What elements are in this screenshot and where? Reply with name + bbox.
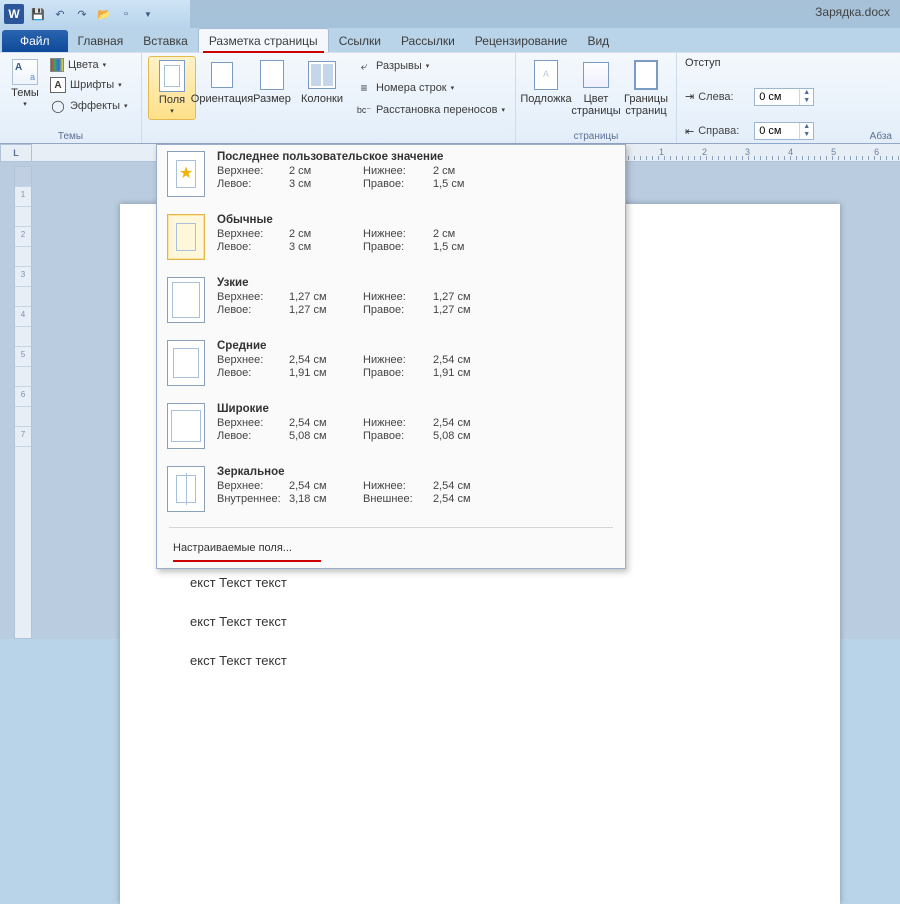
hyphenation-icon: bс⁻ <box>356 102 372 118</box>
columns-icon <box>306 59 338 91</box>
margin-preset-thumb <box>167 151 205 197</box>
size-icon <box>256 59 288 91</box>
paragraph-group-label: Абза <box>870 131 892 142</box>
group-page-bg-label: страницы <box>522 129 670 142</box>
theme-colors-button[interactable]: Цвета ▾ <box>46 56 132 74</box>
themes-icon: Aa <box>12 59 38 85</box>
orientation-icon <box>206 59 238 91</box>
group-themes-label: Темы <box>6 129 135 142</box>
watermark-icon: A <box>530 59 562 91</box>
theme-effects-button[interactable]: ◯Эффекты ▾ <box>46 96 132 116</box>
margins-dropdown: Последнее пользовательское значениеВерхн… <box>156 144 626 569</box>
line-numbers-button[interactable]: ≡Номера строк ▾ <box>352 78 509 98</box>
undo-icon[interactable]: ↶ <box>50 4 70 24</box>
margin-preset-title: Последнее пользовательское значение <box>217 151 615 163</box>
margin-preset-thumb <box>167 214 205 260</box>
spin-up-icon[interactable]: ▲ <box>800 89 813 97</box>
group-page-setup: Поля▾ Ориентация Размер Колонки ⤶Разрывы… <box>142 53 515 143</box>
group-themes: Aa Темы▾ Цвета ▾ AШрифты ▾ ◯Эффекты ▾ Те… <box>0 53 142 143</box>
page-borders-button[interactable]: Границы страниц <box>622 56 670 120</box>
margin-preset-item[interactable]: Последнее пользовательское значениеВерхн… <box>157 145 625 208</box>
margins-icon <box>159 60 185 92</box>
indent-title: Отступ <box>685 57 892 69</box>
tab-references[interactable]: Ссылки <box>329 29 391 52</box>
open-folder-icon[interactable]: 📂 <box>94 4 114 24</box>
watermark-button[interactable]: A Подложка <box>522 56 570 120</box>
theme-fonts-button[interactable]: AШрифты ▾ <box>46 75 132 95</box>
columns-button[interactable]: Колонки <box>298 56 346 120</box>
breaks-button[interactable]: ⤶Разрывы ▾ <box>352 56 509 76</box>
tab-home[interactable]: Главная <box>68 29 134 52</box>
margin-preset-title: Узкие <box>217 277 615 289</box>
indent-right-icon: ⇤ <box>685 125 694 138</box>
ribbon: Aa Темы▾ Цвета ▾ AШрифты ▾ ◯Эффекты ▾ Те… <box>0 52 900 144</box>
body-text-line: екст Текст текст <box>190 575 770 590</box>
file-tab[interactable]: Файл <box>2 30 68 52</box>
orientation-button[interactable]: Ориентация <box>198 56 246 120</box>
size-button[interactable]: Размер <box>248 56 296 120</box>
spin-up-icon[interactable]: ▲ <box>800 123 813 131</box>
margin-preset-thumb <box>167 277 205 323</box>
body-text-line: екст Текст текст <box>190 614 770 629</box>
margin-preset-item[interactable]: СредниеВерхнее:2,54 смНижнее:2,54 смЛево… <box>157 334 625 397</box>
tab-view[interactable]: Вид <box>577 29 619 52</box>
margin-preset-item[interactable]: УзкиеВерхнее:1,27 смНижнее:1,27 смЛевое:… <box>157 271 625 334</box>
word-app-icon: W <box>4 4 24 24</box>
page-borders-icon <box>630 59 662 91</box>
line-numbers-icon: ≡ <box>356 80 372 96</box>
effects-icon: ◯ <box>50 98 66 114</box>
title-bar: W 💾 ↶ ↷ 📂 ▫ ▼ Зарядка.docx <box>0 0 900 28</box>
spin-down-icon[interactable]: ▼ <box>800 131 813 139</box>
margin-preset-title: Широкие <box>217 403 615 415</box>
margin-preset-title: Обычные <box>217 214 615 226</box>
fonts-icon: A <box>50 77 66 93</box>
indent-right-input[interactable] <box>755 125 799 137</box>
indent-left-spinner[interactable]: ▲▼ <box>754 88 814 106</box>
indent-left-label: Слева: <box>698 91 750 103</box>
vertical-ruler[interactable]: 1 2 3 4 5 6 7 <box>14 166 32 639</box>
save-icon[interactable]: 💾 <box>28 4 48 24</box>
margin-preset-item[interactable]: ОбычныеВерхнее:2 смНижнее:2 смЛевое:3 см… <box>157 208 625 271</box>
tab-insert[interactable]: Вставка <box>133 29 198 52</box>
ribbon-tabs: Файл Главная Вставка Разметка страницы С… <box>0 28 900 52</box>
page-color-icon <box>580 59 612 91</box>
colors-icon <box>50 58 64 72</box>
indent-right-label: Справа: <box>698 125 750 137</box>
margin-preset-thumb <box>167 340 205 386</box>
page-color-button[interactable]: Цвет страницы <box>572 56 620 120</box>
indent-left-input[interactable] <box>755 91 799 103</box>
margin-preset-thumb <box>167 403 205 449</box>
margins-button[interactable]: Поля▾ <box>148 56 196 120</box>
redo-icon[interactable]: ↷ <box>72 4 92 24</box>
tab-page-layout[interactable]: Разметка страницы <box>198 28 329 52</box>
qat-dropdown-icon[interactable]: ▼ <box>138 4 158 24</box>
themes-button[interactable]: Aa Темы▾ <box>6 56 44 116</box>
quick-access-toolbar: 💾 ↶ ↷ 📂 ▫ ▼ <box>28 4 158 24</box>
tab-mailings[interactable]: Рассылки <box>391 29 465 52</box>
tab-review[interactable]: Рецензирование <box>465 29 578 52</box>
margin-preset-item[interactable]: ШирокиеВерхнее:2,54 смНижнее:2,54 смЛево… <box>157 397 625 460</box>
custom-margins-item[interactable]: Настраиваемые поля... <box>157 532 625 568</box>
margin-preset-title: Средние <box>217 340 615 352</box>
hyphenation-button[interactable]: bс⁻Расстановка переносов ▾ <box>352 100 509 120</box>
margin-preset-item[interactable]: ЗеркальноеВерхнее:2,54 смНижнее:2,54 смВ… <box>157 460 625 523</box>
margin-preset-thumb <box>167 466 205 512</box>
body-text-line: екст Текст текст <box>190 653 770 668</box>
document-title: Зарядка.docx <box>815 5 890 19</box>
ruler-corner: L <box>0 144 32 162</box>
indent-left-icon: ⇥ <box>685 90 694 103</box>
breaks-icon: ⤶ <box>356 58 372 74</box>
group-indent: Отступ ⇥ Слева: ▲▼ ⇤ Справа: ▲▼ Абза <box>677 53 900 143</box>
group-page-background: A Подложка Цвет страницы Границы страниц… <box>515 53 677 143</box>
indent-right-spinner[interactable]: ▲▼ <box>754 122 814 140</box>
spin-down-icon[interactable]: ▼ <box>800 97 813 105</box>
new-doc-icon[interactable]: ▫ <box>116 4 136 24</box>
margin-preset-title: Зеркальное <box>217 466 615 478</box>
